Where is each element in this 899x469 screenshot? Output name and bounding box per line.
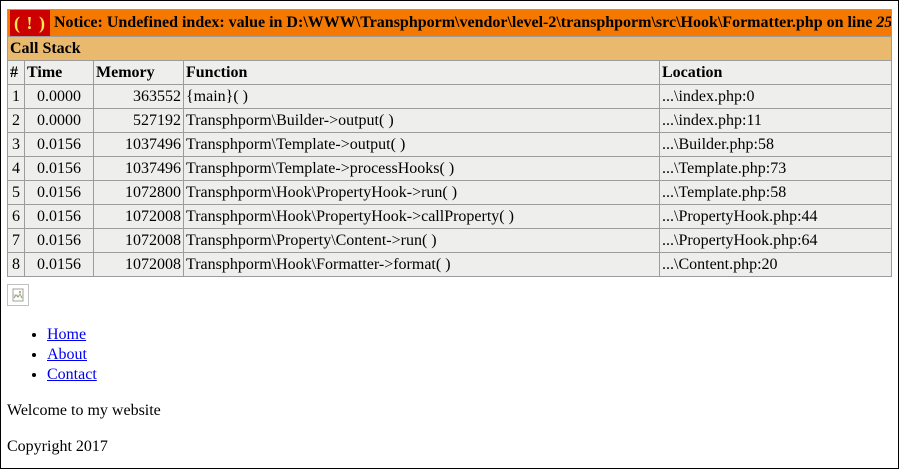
row-num: 4 — [7, 156, 25, 181]
row-location: ...\PropertyHook.php:64 — [658, 228, 893, 253]
broken-image-glyph-icon — [12, 288, 24, 302]
row-memory: 1072008 — [93, 252, 184, 277]
row-time: 0.0156 — [24, 156, 94, 181]
row-function: Transphporm\Hook\PropertyHook->run( ) — [183, 180, 660, 205]
row-memory: 363552 — [93, 84, 184, 109]
col-header-time: Time — [24, 60, 94, 85]
table-row: 2 0.0000 527192 Transphporm\Builder->out… — [7, 108, 893, 133]
col-header-location: Location — [658, 60, 893, 85]
row-function: Transphporm\Template->output( ) — [183, 132, 660, 157]
row-num: 1 — [7, 84, 25, 109]
welcome-text: Welcome to my website — [7, 402, 161, 419]
row-num: 5 — [7, 180, 25, 205]
row-memory: 1072008 — [93, 204, 184, 229]
xdebug-error-table: ( ! ) Notice: Undefined index: value in D… — [6, 9, 893, 277]
row-function: Transphporm\Property\Content->run( ) — [183, 228, 660, 253]
row-time: 0.0000 — [24, 108, 94, 133]
row-memory: 1072008 — [93, 228, 184, 253]
page-content: ( ! ) Notice: Undefined index: value in D… — [6, 9, 893, 277]
row-time: 0.0000 — [24, 84, 94, 109]
table-row: 8 0.0156 1072008 Transphporm\Hook\Format… — [7, 252, 893, 277]
row-memory: 1072800 — [93, 180, 184, 205]
row-function: {main}( ) — [183, 84, 660, 109]
row-time: 0.0156 — [24, 204, 94, 229]
row-location: ...\Content.php:20 — [658, 252, 893, 277]
notice-row: ( ! ) Notice: Undefined index: value in D… — [6, 9, 893, 37]
row-num: 2 — [7, 108, 25, 133]
row-time: 0.0156 — [24, 228, 94, 253]
row-memory: 527192 — [93, 108, 184, 133]
warning-icon: ( ! ) — [10, 10, 50, 36]
nav-item-contact: Contact — [47, 365, 97, 385]
row-location: ...\Template.php:73 — [658, 156, 893, 181]
row-num: 3 — [7, 132, 25, 157]
table-row: 6 0.0156 1072008 Transphporm\Hook\Proper… — [7, 204, 893, 229]
row-time: 0.0156 — [24, 132, 94, 157]
nav-link-home[interactable]: Home — [47, 326, 86, 343]
notice-message-text: Notice: Undefined index: value in D:\WWW… — [53, 14, 873, 31]
row-location: ...\index.php:11 — [658, 108, 893, 133]
row-function: Transphporm\Hook\Formatter->format( ) — [183, 252, 660, 277]
nav-link-contact[interactable]: Contact — [47, 366, 97, 383]
broken-image-icon — [7, 284, 29, 306]
nav-item-home: Home — [47, 325, 97, 345]
notice-message: Notice: Undefined index: value in D:\WWW… — [53, 14, 892, 31]
row-memory: 1037496 — [93, 156, 184, 181]
row-function: Transphporm\Hook\PropertyHook->callPrope… — [183, 204, 660, 229]
row-time: 0.0156 — [24, 180, 94, 205]
copyright-text: Copyright 2017 — [7, 438, 108, 455]
row-function: Transphporm\Builder->output( ) — [183, 108, 660, 133]
row-location: ...\PropertyHook.php:44 — [658, 204, 893, 229]
nav-list: Home About Contact — [7, 325, 97, 385]
row-function: Transphporm\Template->processHooks( ) — [183, 156, 660, 181]
col-header-memory: Memory — [93, 60, 184, 85]
col-header-num: # — [7, 60, 25, 85]
row-location: ...\index.php:0 — [658, 84, 893, 109]
call-stack-title: Call Stack — [6, 36, 893, 61]
call-stack-title-row: Call Stack — [6, 36, 893, 61]
table-row: 4 0.0156 1037496 Transphporm\Template->p… — [7, 156, 893, 181]
call-stack-header-row: # Time Memory Function Location — [7, 60, 893, 85]
notice-line-number: 25 — [876, 14, 892, 31]
table-row: 5 0.0156 1072800 Transphporm\Hook\Proper… — [7, 180, 893, 205]
row-time: 0.0156 — [24, 252, 94, 277]
table-row: 7 0.0156 1072008 Transphporm\Property\Co… — [7, 228, 893, 253]
table-row: 3 0.0156 1037496 Transphporm\Template->o… — [7, 132, 893, 157]
row-memory: 1037496 — [93, 132, 184, 157]
nav-item-about: About — [47, 345, 97, 365]
row-num: 6 — [7, 204, 25, 229]
nav-link-about[interactable]: About — [47, 346, 87, 363]
table-row: 1 0.0000 363552 {main}( ) ...\index.php:… — [7, 84, 893, 109]
row-num: 7 — [7, 228, 25, 253]
col-header-function: Function — [183, 60, 660, 85]
row-location: ...\Builder.php:58 — [658, 132, 893, 157]
row-num: 8 — [7, 252, 25, 277]
notice-header: ( ! ) Notice: Undefined index: value in D… — [6, 9, 893, 37]
row-location: ...\Template.php:58 — [658, 180, 893, 205]
